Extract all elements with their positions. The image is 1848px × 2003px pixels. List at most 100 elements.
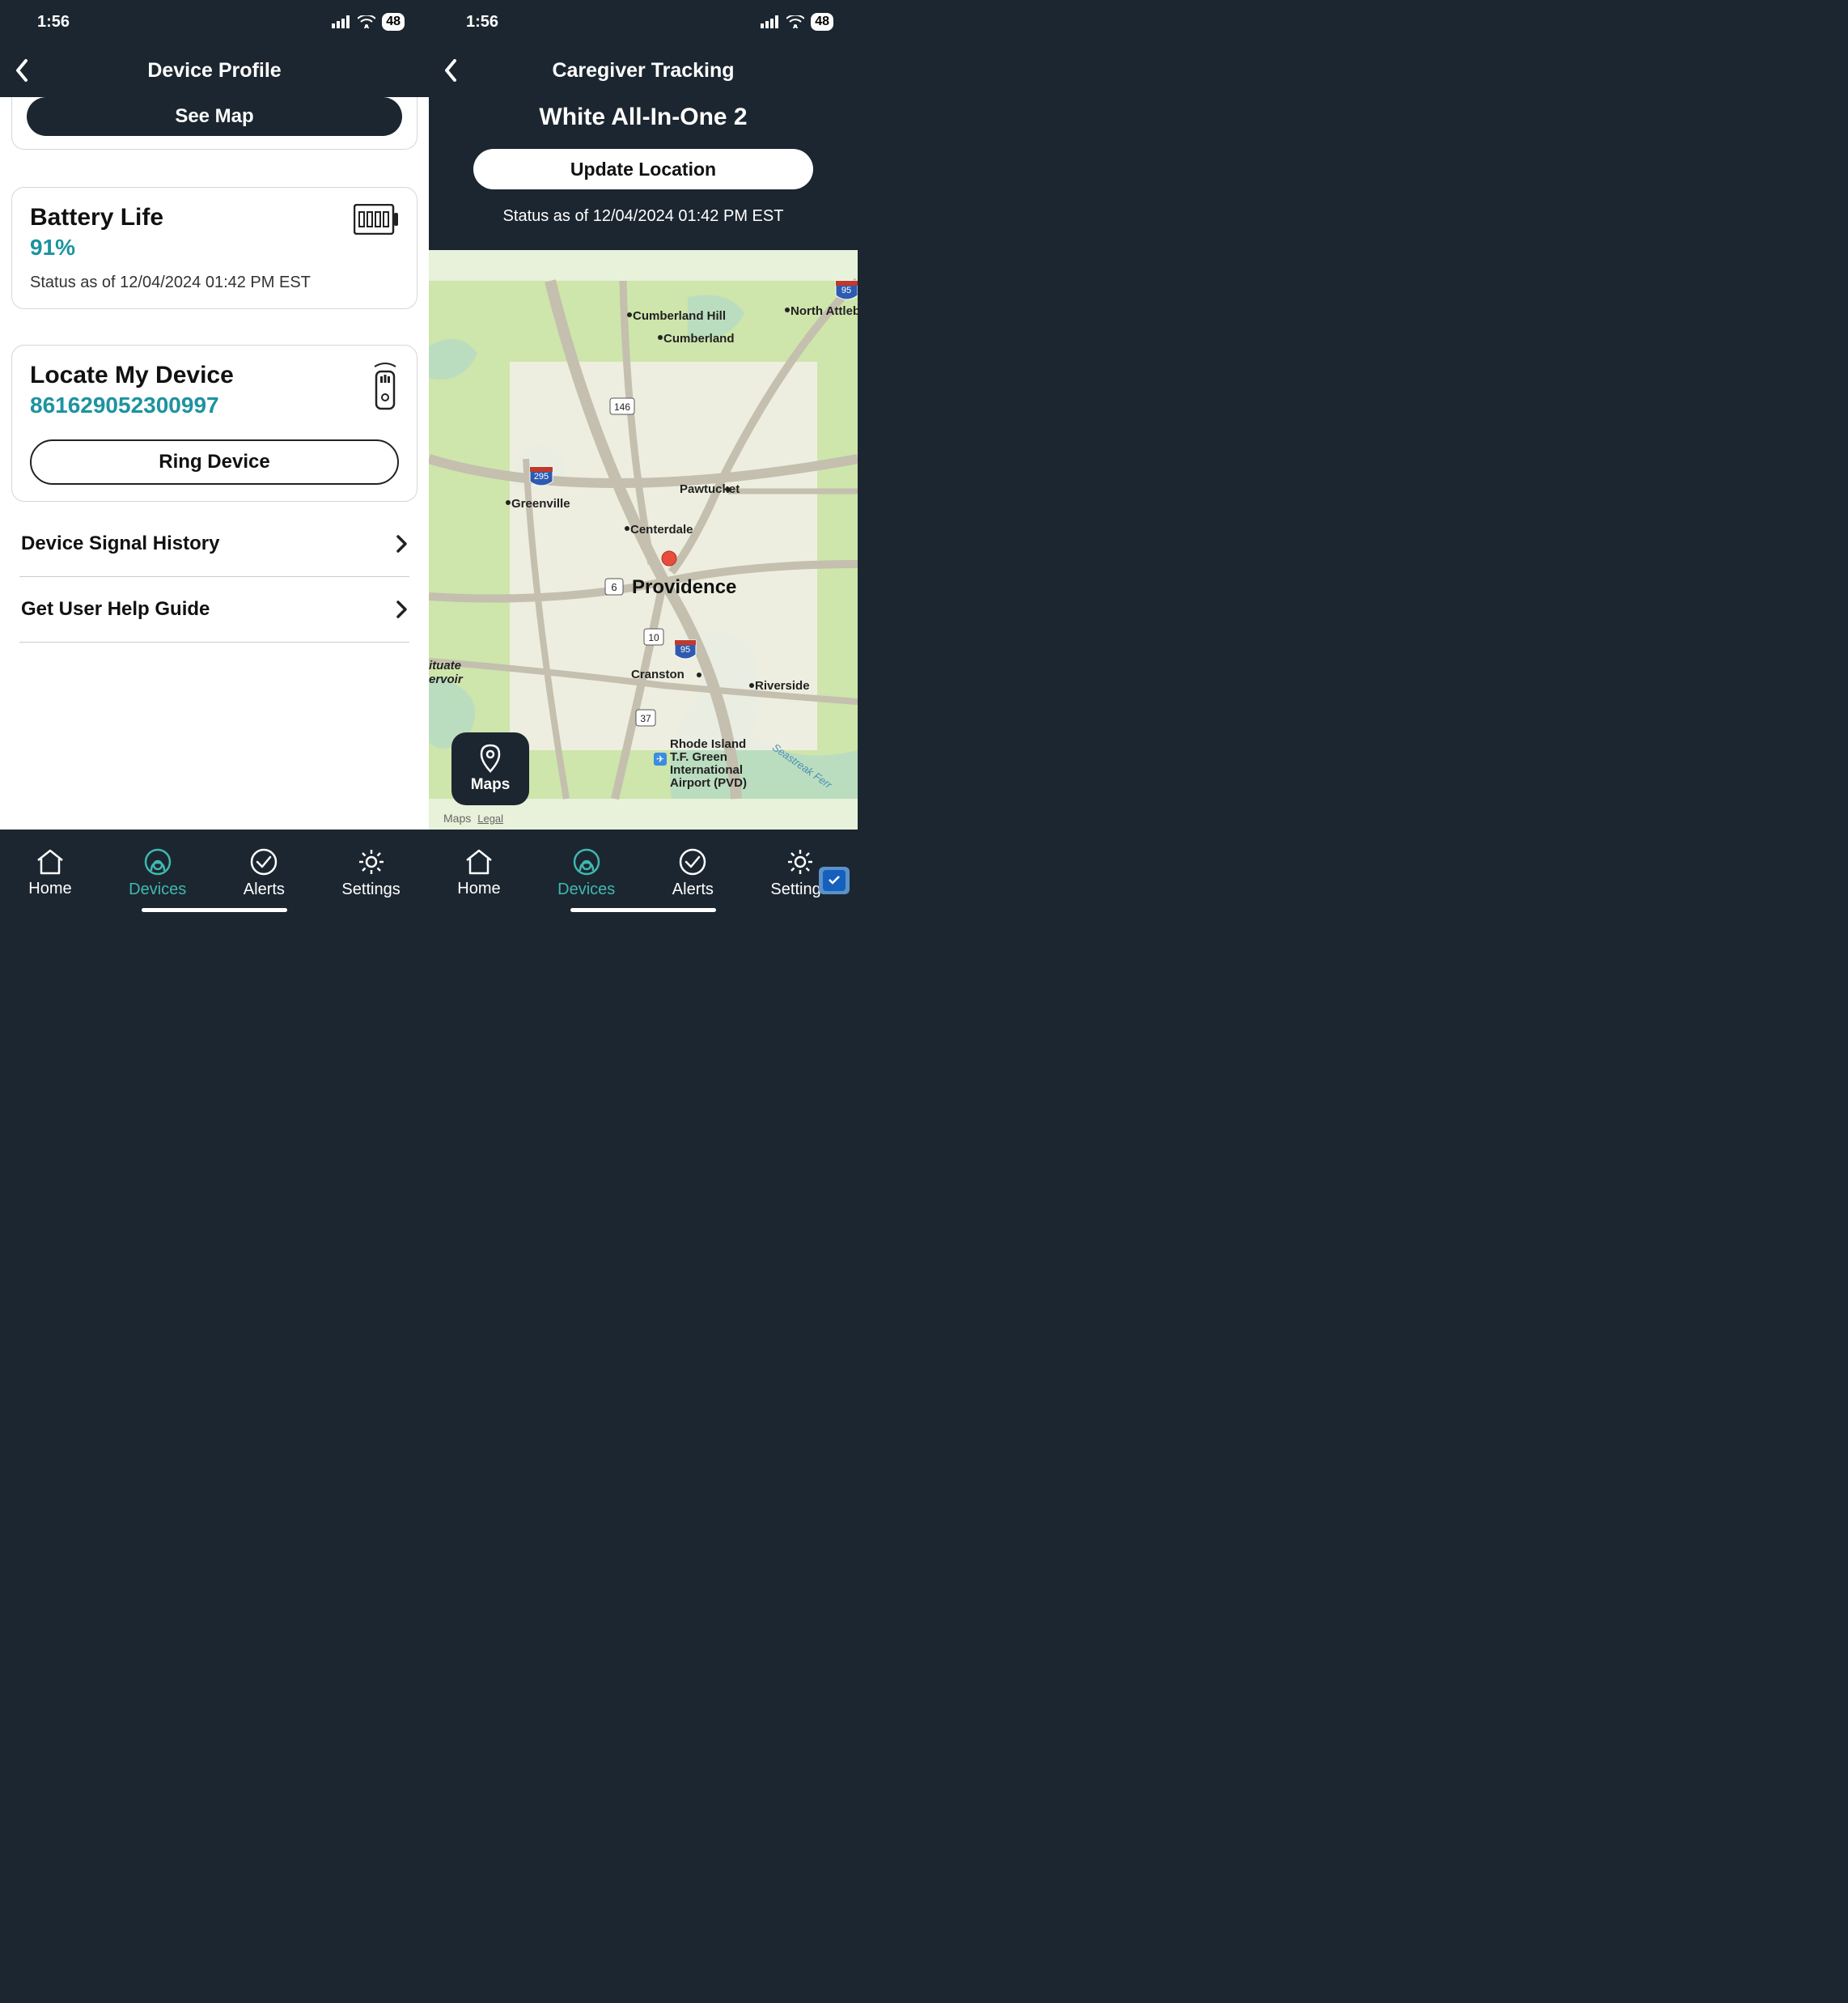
tab-home[interactable]: Home bbox=[28, 849, 71, 898]
svg-text:Cumberland: Cumberland bbox=[663, 332, 735, 346]
route-146-shield: 146 bbox=[610, 398, 634, 414]
legal-link[interactable]: Legal bbox=[477, 813, 503, 825]
route-10-shield: 10 bbox=[644, 629, 663, 645]
phone-left: 1:56 48 Device Profile See Map Battery L… bbox=[0, 0, 429, 917]
svg-text:Pawtucket: Pawtucket bbox=[680, 482, 740, 496]
svg-text:146: 146 bbox=[614, 401, 630, 413]
map-pin-icon bbox=[478, 744, 502, 773]
svg-text:ituate: ituate bbox=[429, 659, 461, 673]
svg-text:Rhode Island: Rhode Island bbox=[670, 737, 746, 751]
svg-text:Providence: Providence bbox=[632, 576, 736, 598]
alerts-icon bbox=[250, 848, 278, 876]
tab-home[interactable]: Home bbox=[457, 849, 500, 898]
phone-right: 1:56 48 Caregiver Tracking White All-In-… bbox=[429, 0, 858, 917]
svg-text:North Attleb: North Attleb bbox=[790, 304, 858, 318]
tab-label: Devices bbox=[129, 881, 186, 899]
status-bar: 1:56 48 bbox=[0, 0, 429, 44]
signal-history-link[interactable]: Device Signal History bbox=[19, 511, 409, 577]
battery-status: Status as of 12/04/2024 01:42 PM EST bbox=[30, 274, 399, 292]
cellular-icon bbox=[761, 15, 780, 28]
svg-text:10: 10 bbox=[648, 632, 659, 643]
svg-text:95: 95 bbox=[841, 286, 851, 295]
home-indicator[interactable] bbox=[570, 908, 716, 912]
content-area-left: See Map Battery Life 91% Status as of 12… bbox=[0, 97, 429, 830]
content-area-right: White All-In-One 2 Update Location Statu… bbox=[429, 97, 858, 830]
page-title: Device Profile bbox=[0, 59, 429, 83]
chevron-right-icon bbox=[396, 535, 408, 553]
back-button[interactable] bbox=[15, 59, 47, 82]
svg-text:Airport (PVD): Airport (PVD) bbox=[670, 776, 747, 790]
chevron-left-icon bbox=[443, 59, 458, 82]
help-guide-link[interactable]: Get User Help Guide bbox=[19, 577, 409, 643]
route-295-shield: 295 bbox=[530, 467, 553, 486]
svg-text:37: 37 bbox=[640, 713, 651, 724]
nav-header: Caregiver Tracking bbox=[429, 44, 858, 97]
svg-text:International: International bbox=[670, 763, 743, 777]
battery-title: Battery Life bbox=[30, 204, 163, 231]
svg-text:95: 95 bbox=[680, 645, 690, 655]
gear-icon bbox=[358, 848, 385, 876]
clock: 1:56 bbox=[37, 13, 70, 32]
route-6-shield: 6 bbox=[605, 579, 623, 595]
help-guide-label: Get User Help Guide bbox=[21, 598, 210, 621]
partial-card: See Map bbox=[11, 97, 417, 150]
svg-text:ervoir: ervoir bbox=[429, 673, 464, 686]
tab-label: Alerts bbox=[672, 881, 714, 899]
svg-text:Greenville: Greenville bbox=[511, 497, 570, 511]
battery-value: 91% bbox=[30, 235, 163, 261]
devices-icon bbox=[573, 848, 600, 876]
tab-label: Alerts bbox=[244, 881, 285, 899]
signal-history-label: Device Signal History bbox=[21, 533, 219, 555]
battery-indicator: 48 bbox=[811, 13, 833, 31]
tab-label: Home bbox=[28, 880, 71, 898]
route-95-shield-bottom: 95 bbox=[675, 640, 696, 659]
svg-text:6: 6 bbox=[611, 581, 617, 593]
svg-text:T.F. Green: T.F. Green bbox=[670, 750, 727, 764]
status-right: 48 bbox=[332, 13, 405, 31]
wifi-icon bbox=[358, 15, 375, 28]
tab-devices[interactable]: Devices bbox=[557, 848, 615, 899]
maps-button[interactable]: Maps bbox=[451, 732, 529, 805]
locate-value: 861629052300997 bbox=[30, 393, 234, 418]
see-map-button[interactable]: See Map bbox=[27, 97, 402, 136]
svg-text:Cranston: Cranston bbox=[631, 668, 685, 681]
route-37-shield: 37 bbox=[636, 710, 655, 726]
watermark-badge bbox=[819, 867, 850, 894]
tab-bar: Home Devices Alerts Settings bbox=[0, 830, 429, 917]
tab-alerts[interactable]: Alerts bbox=[244, 848, 285, 899]
tab-alerts[interactable]: Alerts bbox=[672, 848, 714, 899]
home-indicator[interactable] bbox=[142, 908, 287, 912]
status-bar: 1:56 48 bbox=[429, 0, 858, 44]
tab-label: Home bbox=[457, 880, 500, 898]
chevron-right-icon bbox=[396, 600, 408, 618]
remote-icon bbox=[371, 362, 399, 410]
ring-device-button[interactable]: Ring Device bbox=[30, 439, 399, 485]
alerts-icon bbox=[679, 848, 706, 876]
battery-card: Battery Life 91% Status as of 12/04/2024… bbox=[11, 187, 417, 309]
map-area[interactable]: 146 295 95 6 10 95 37 Cumberland Hill Cu… bbox=[429, 250, 858, 830]
tab-label: Settings bbox=[341, 881, 400, 899]
status-right: 48 bbox=[761, 13, 833, 31]
devices-icon bbox=[144, 848, 172, 876]
clock: 1:56 bbox=[466, 13, 498, 32]
tab-settings[interactable]: Settings bbox=[341, 848, 400, 899]
wifi-icon bbox=[786, 15, 804, 28]
gear-icon bbox=[786, 848, 814, 876]
route-95-shield-top: 95 bbox=[836, 281, 858, 299]
device-name: White All-In-One 2 bbox=[445, 104, 841, 131]
back-button[interactable] bbox=[443, 59, 476, 82]
update-location-button[interactable]: Update Location bbox=[473, 149, 813, 189]
cellular-icon bbox=[332, 15, 351, 28]
tracking-header: White All-In-One 2 Update Location Statu… bbox=[429, 97, 858, 250]
svg-text:Centerdale: Centerdale bbox=[630, 523, 693, 537]
battery-icon bbox=[354, 204, 399, 235]
page-title: Caregiver Tracking bbox=[429, 59, 858, 83]
svg-text:Riverside: Riverside bbox=[755, 679, 810, 693]
apple-maps-attribution: Maps Legal bbox=[437, 812, 503, 825]
maps-button-label: Maps bbox=[471, 776, 511, 794]
home-icon bbox=[465, 849, 493, 875]
nav-header: Device Profile bbox=[0, 44, 429, 97]
tracking-status: Status as of 12/04/2024 01:42 PM EST bbox=[445, 207, 841, 226]
tab-devices[interactable]: Devices bbox=[129, 848, 186, 899]
svg-text:Cumberland Hill: Cumberland Hill bbox=[633, 309, 726, 323]
